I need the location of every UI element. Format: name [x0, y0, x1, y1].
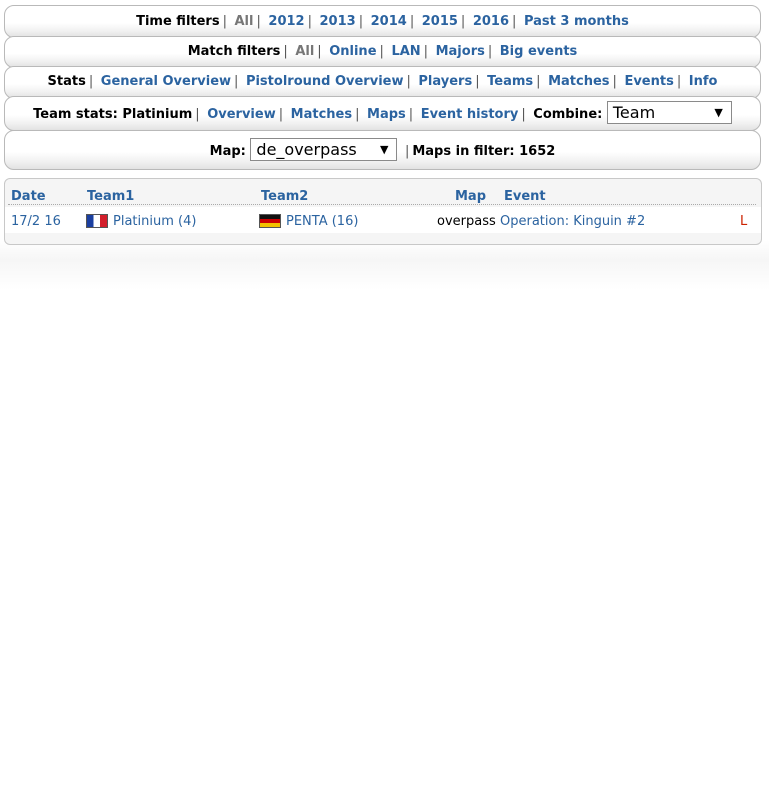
stats-nav-matches[interactable]: Matches	[548, 74, 609, 89]
time-filter-2016[interactable]: 2016	[473, 14, 509, 29]
column-header-event[interactable]: Event	[504, 189, 546, 204]
combine-select[interactable]: Team ▼	[606, 101, 732, 124]
team1-name[interactable]: Platinium (4)	[113, 214, 196, 229]
column-header-team2[interactable]: Team2	[261, 189, 308, 204]
time-filter-2012[interactable]: 2012	[268, 14, 304, 29]
results-table: Date Team1 Team2 Map Event 17/2 16 Plati…	[4, 178, 762, 245]
team-tab-event-history[interactable]: Event history	[421, 107, 519, 122]
germany-flag-icon	[259, 214, 281, 228]
event-name[interactable]: Operation: Kinguin #2	[500, 214, 645, 229]
time-filter-2015[interactable]: 2015	[422, 14, 458, 29]
match-filter-lan[interactable]: LAN	[391, 44, 420, 59]
table-row: 17/2 16 Platinium (4) PENTA (16) overpas…	[5, 207, 761, 233]
stats-nav-events[interactable]: Events	[624, 74, 673, 89]
time-filter-2014[interactable]: 2014	[371, 14, 407, 29]
map-label: Map:	[209, 144, 246, 159]
dropdown-arrow-icon: ▼	[379, 143, 389, 156]
page: Time filters | All | 2012 | 2013 | 2014 | 201…	[0, 0, 769, 806]
stats-nav-teams[interactable]: Teams	[487, 74, 533, 89]
team-tab-matches[interactable]: Matches	[291, 107, 352, 122]
team2-name[interactable]: PENTA (16)	[286, 214, 358, 229]
column-header-map[interactable]: Map	[455, 189, 486, 204]
match-filter-bar: Match filters | All | Online | LAN | Majors |…	[4, 36, 761, 68]
map-filter-bar: Map: de_overpass ▼ | Maps in filter: 1652	[4, 130, 761, 170]
header-divider	[8, 204, 756, 205]
combine-label: Combine:	[533, 107, 603, 122]
stats-nav-general-overview[interactable]: General Overview	[101, 74, 231, 89]
match-filter-majors[interactable]: Majors	[436, 44, 485, 59]
maps-in-filter-count: Maps in filter: 1652	[412, 144, 556, 159]
map-select[interactable]: de_overpass ▼	[250, 138, 398, 161]
stats-nav-bar: Stats | General Overview | Pistolround Ove…	[4, 66, 761, 99]
time-filter-2013[interactable]: 2013	[320, 14, 356, 29]
match-filter-online[interactable]: Online	[329, 44, 376, 59]
time-filter-bar: Time filters | All | 2012 | 2013 | 2014 | 201…	[4, 5, 761, 38]
stats-nav-info[interactable]: Info	[689, 74, 718, 89]
team-stats-label: Team stats: Platinium	[33, 107, 193, 122]
team-stats-bar: Team stats: Platinium | Overview | Matches…	[4, 96, 761, 131]
column-header-date[interactable]: Date	[11, 189, 46, 204]
team-tab-overview[interactable]: Overview	[207, 107, 276, 122]
team-tab-maps[interactable]: Maps	[367, 107, 406, 122]
map-select-value: de_overpass	[256, 140, 357, 159]
dropdown-arrow-icon: ▼	[714, 106, 723, 119]
result-badge: L	[740, 214, 748, 229]
match-filter-all[interactable]: All	[295, 44, 314, 59]
combine-select-value: Team	[612, 103, 656, 122]
time-filters-label: Time filters	[136, 14, 220, 29]
map-name: overpass	[437, 214, 496, 229]
time-filter-past-3-months[interactable]: Past 3 months	[524, 14, 629, 29]
match-filters-label: Match filters	[187, 44, 281, 59]
column-header-team1[interactable]: Team1	[87, 189, 134, 204]
match-filter-big-events[interactable]: Big events	[500, 44, 578, 59]
france-flag-icon	[86, 214, 108, 228]
stats-nav-pistolround-overview[interactable]: Pistolround Overview	[246, 74, 404, 89]
stats-nav-players[interactable]: Players	[418, 74, 472, 89]
time-filter-all[interactable]: All	[235, 14, 254, 29]
match-date[interactable]: 17/2 16	[11, 214, 61, 229]
stats-label: Stats	[47, 74, 86, 89]
